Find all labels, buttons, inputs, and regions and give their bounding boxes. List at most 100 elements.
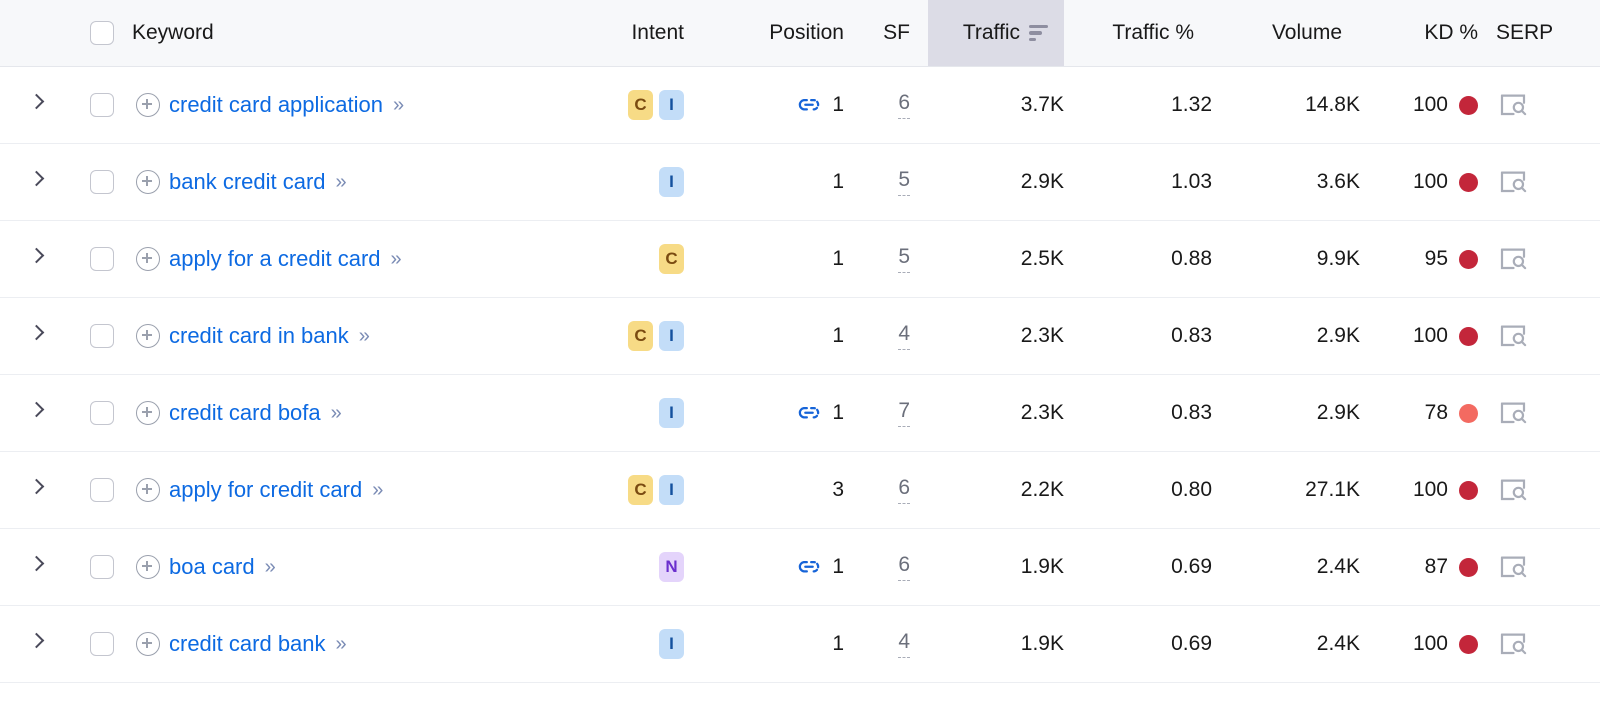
plus-circle-icon[interactable] [136, 93, 160, 117]
chevron-right-icon[interactable] [26, 169, 46, 189]
table-row: credit card in bank » C I 1 4 2.3K 0.83 2.9K 100 [0, 297, 1600, 375]
header-position[interactable]: Position [702, 0, 862, 67]
sf-cell: 7 [862, 374, 928, 452]
header-keyword[interactable]: Keyword [132, 0, 616, 67]
double-chevron-right-icon[interactable]: » [391, 249, 402, 269]
kd-cell: 95 [1360, 220, 1496, 298]
intent-badge-c[interactable]: C [628, 321, 653, 351]
chevron-right-icon[interactable] [26, 246, 46, 266]
intent-badge-i[interactable]: I [659, 629, 684, 659]
double-chevron-right-icon[interactable]: » [336, 172, 347, 192]
plus-circle-icon[interactable] [136, 247, 160, 271]
serp-cell [1496, 451, 1600, 529]
header-traffic-percent[interactable]: Traffic % [1064, 0, 1212, 67]
chevron-right-icon[interactable] [26, 92, 46, 112]
keyword-link[interactable]: apply for credit card [169, 477, 362, 503]
link-icon[interactable] [796, 554, 822, 580]
double-chevron-right-icon[interactable]: » [372, 480, 383, 500]
row-checkbox[interactable] [90, 555, 114, 580]
chevron-right-icon[interactable] [26, 323, 46, 343]
row-select-cell [72, 605, 132, 683]
row-checkbox[interactable] [90, 93, 114, 118]
plus-circle-icon[interactable] [136, 478, 160, 502]
intent-badge-i[interactable]: I [659, 321, 684, 351]
sf-value[interactable]: 7 [898, 400, 910, 427]
link-icon[interactable] [796, 400, 822, 426]
keyword-link[interactable]: credit card in bank [169, 323, 349, 349]
row-checkbox[interactable] [90, 632, 114, 657]
table-row: bank credit card » I 1 5 2.9K 1.03 3.6K 100 [0, 143, 1600, 221]
table-row: apply for credit card » C I 3 6 2.2K 0.80 27.1K 1… [0, 451, 1600, 529]
serp-preview-icon[interactable] [1498, 553, 1528, 581]
intent-cell: N [616, 528, 702, 606]
plus-circle-icon[interactable] [136, 170, 160, 194]
sf-value[interactable]: 6 [898, 554, 910, 581]
serp-preview-icon[interactable] [1498, 630, 1528, 658]
sort-descending-icon[interactable] [1029, 24, 1048, 42]
plus-circle-icon[interactable] [136, 632, 160, 656]
kd-value: 100 [1412, 93, 1448, 116]
sf-value[interactable]: 6 [898, 92, 910, 119]
position-cell: 1 [702, 220, 862, 298]
double-chevron-right-icon[interactable]: » [393, 95, 404, 115]
sf-value[interactable]: 5 [898, 246, 910, 273]
keyword-link[interactable]: credit card application [169, 92, 383, 118]
plus-circle-icon[interactable] [136, 324, 160, 348]
intent-badge-i[interactable]: I [659, 398, 684, 428]
chevron-right-icon[interactable] [26, 477, 46, 497]
row-checkbox[interactable] [90, 170, 114, 195]
header-kd[interactable]: KD % [1360, 0, 1496, 67]
intent-badge-i[interactable]: I [659, 475, 684, 505]
link-icon[interactable] [796, 92, 822, 118]
header-traffic-label: Traffic [962, 21, 1020, 44]
traffic-value: 1.9K [1020, 632, 1064, 655]
intent-badge-c[interactable]: C [659, 244, 684, 274]
chevron-right-icon[interactable] [26, 631, 46, 651]
row-expander-cell [0, 528, 72, 606]
table-header: Keyword Intent Position SF Traffic Traff… [0, 0, 1600, 67]
select-all-checkbox[interactable] [90, 21, 114, 45]
row-checkbox[interactable] [90, 401, 114, 426]
serp-preview-icon[interactable] [1498, 168, 1528, 196]
keyword-link[interactable]: bank credit card [169, 169, 326, 195]
intent-badge-i[interactable]: I [659, 167, 684, 197]
kd-difficulty-dot [1459, 403, 1478, 423]
intent-badge-c[interactable]: C [628, 475, 653, 505]
serp-preview-icon[interactable] [1498, 322, 1528, 350]
chevron-right-icon[interactable] [26, 554, 46, 574]
serp-preview-icon[interactable] [1498, 91, 1528, 119]
serp-preview-icon[interactable] [1498, 245, 1528, 273]
intent-badge-c[interactable]: C [628, 90, 653, 120]
row-checkbox[interactable] [90, 247, 114, 272]
serp-preview-icon[interactable] [1498, 476, 1528, 504]
intent-badge-n[interactable]: N [659, 552, 684, 582]
row-expander-cell [0, 220, 72, 298]
double-chevron-right-icon[interactable]: » [359, 326, 370, 346]
sf-value[interactable]: 5 [898, 169, 910, 196]
double-chevron-right-icon[interactable]: » [331, 403, 342, 423]
keyword-link[interactable]: credit card bofa [169, 400, 321, 426]
plus-circle-icon[interactable] [136, 555, 160, 579]
sf-value[interactable]: 6 [898, 477, 910, 504]
header-intent[interactable]: Intent [616, 0, 702, 67]
row-checkbox[interactable] [90, 324, 114, 349]
double-chevron-right-icon[interactable]: » [336, 634, 347, 654]
header-sf[interactable]: SF [862, 0, 928, 67]
header-kd-label: KD % [1424, 21, 1478, 44]
chevron-right-icon[interactable] [26, 400, 46, 420]
sf-value[interactable]: 4 [898, 631, 910, 658]
keyword-link[interactable]: apply for a credit card [169, 246, 381, 272]
serp-preview-icon[interactable] [1498, 399, 1528, 427]
header-traffic[interactable]: Traffic [928, 0, 1064, 67]
sf-value[interactable]: 4 [898, 323, 910, 350]
plus-circle-icon[interactable] [136, 401, 160, 425]
header-keyword-label: Keyword [132, 21, 214, 44]
traffic-cell: 2.3K [928, 374, 1064, 452]
keyword-link[interactable]: boa card [169, 554, 255, 580]
header-volume[interactable]: Volume [1212, 0, 1360, 67]
intent-badge-i[interactable]: I [659, 90, 684, 120]
double-chevron-right-icon[interactable]: » [265, 557, 276, 577]
row-checkbox[interactable] [90, 478, 114, 503]
keyword-link[interactable]: credit card bank [169, 631, 326, 657]
row-select-cell [72, 66, 132, 144]
